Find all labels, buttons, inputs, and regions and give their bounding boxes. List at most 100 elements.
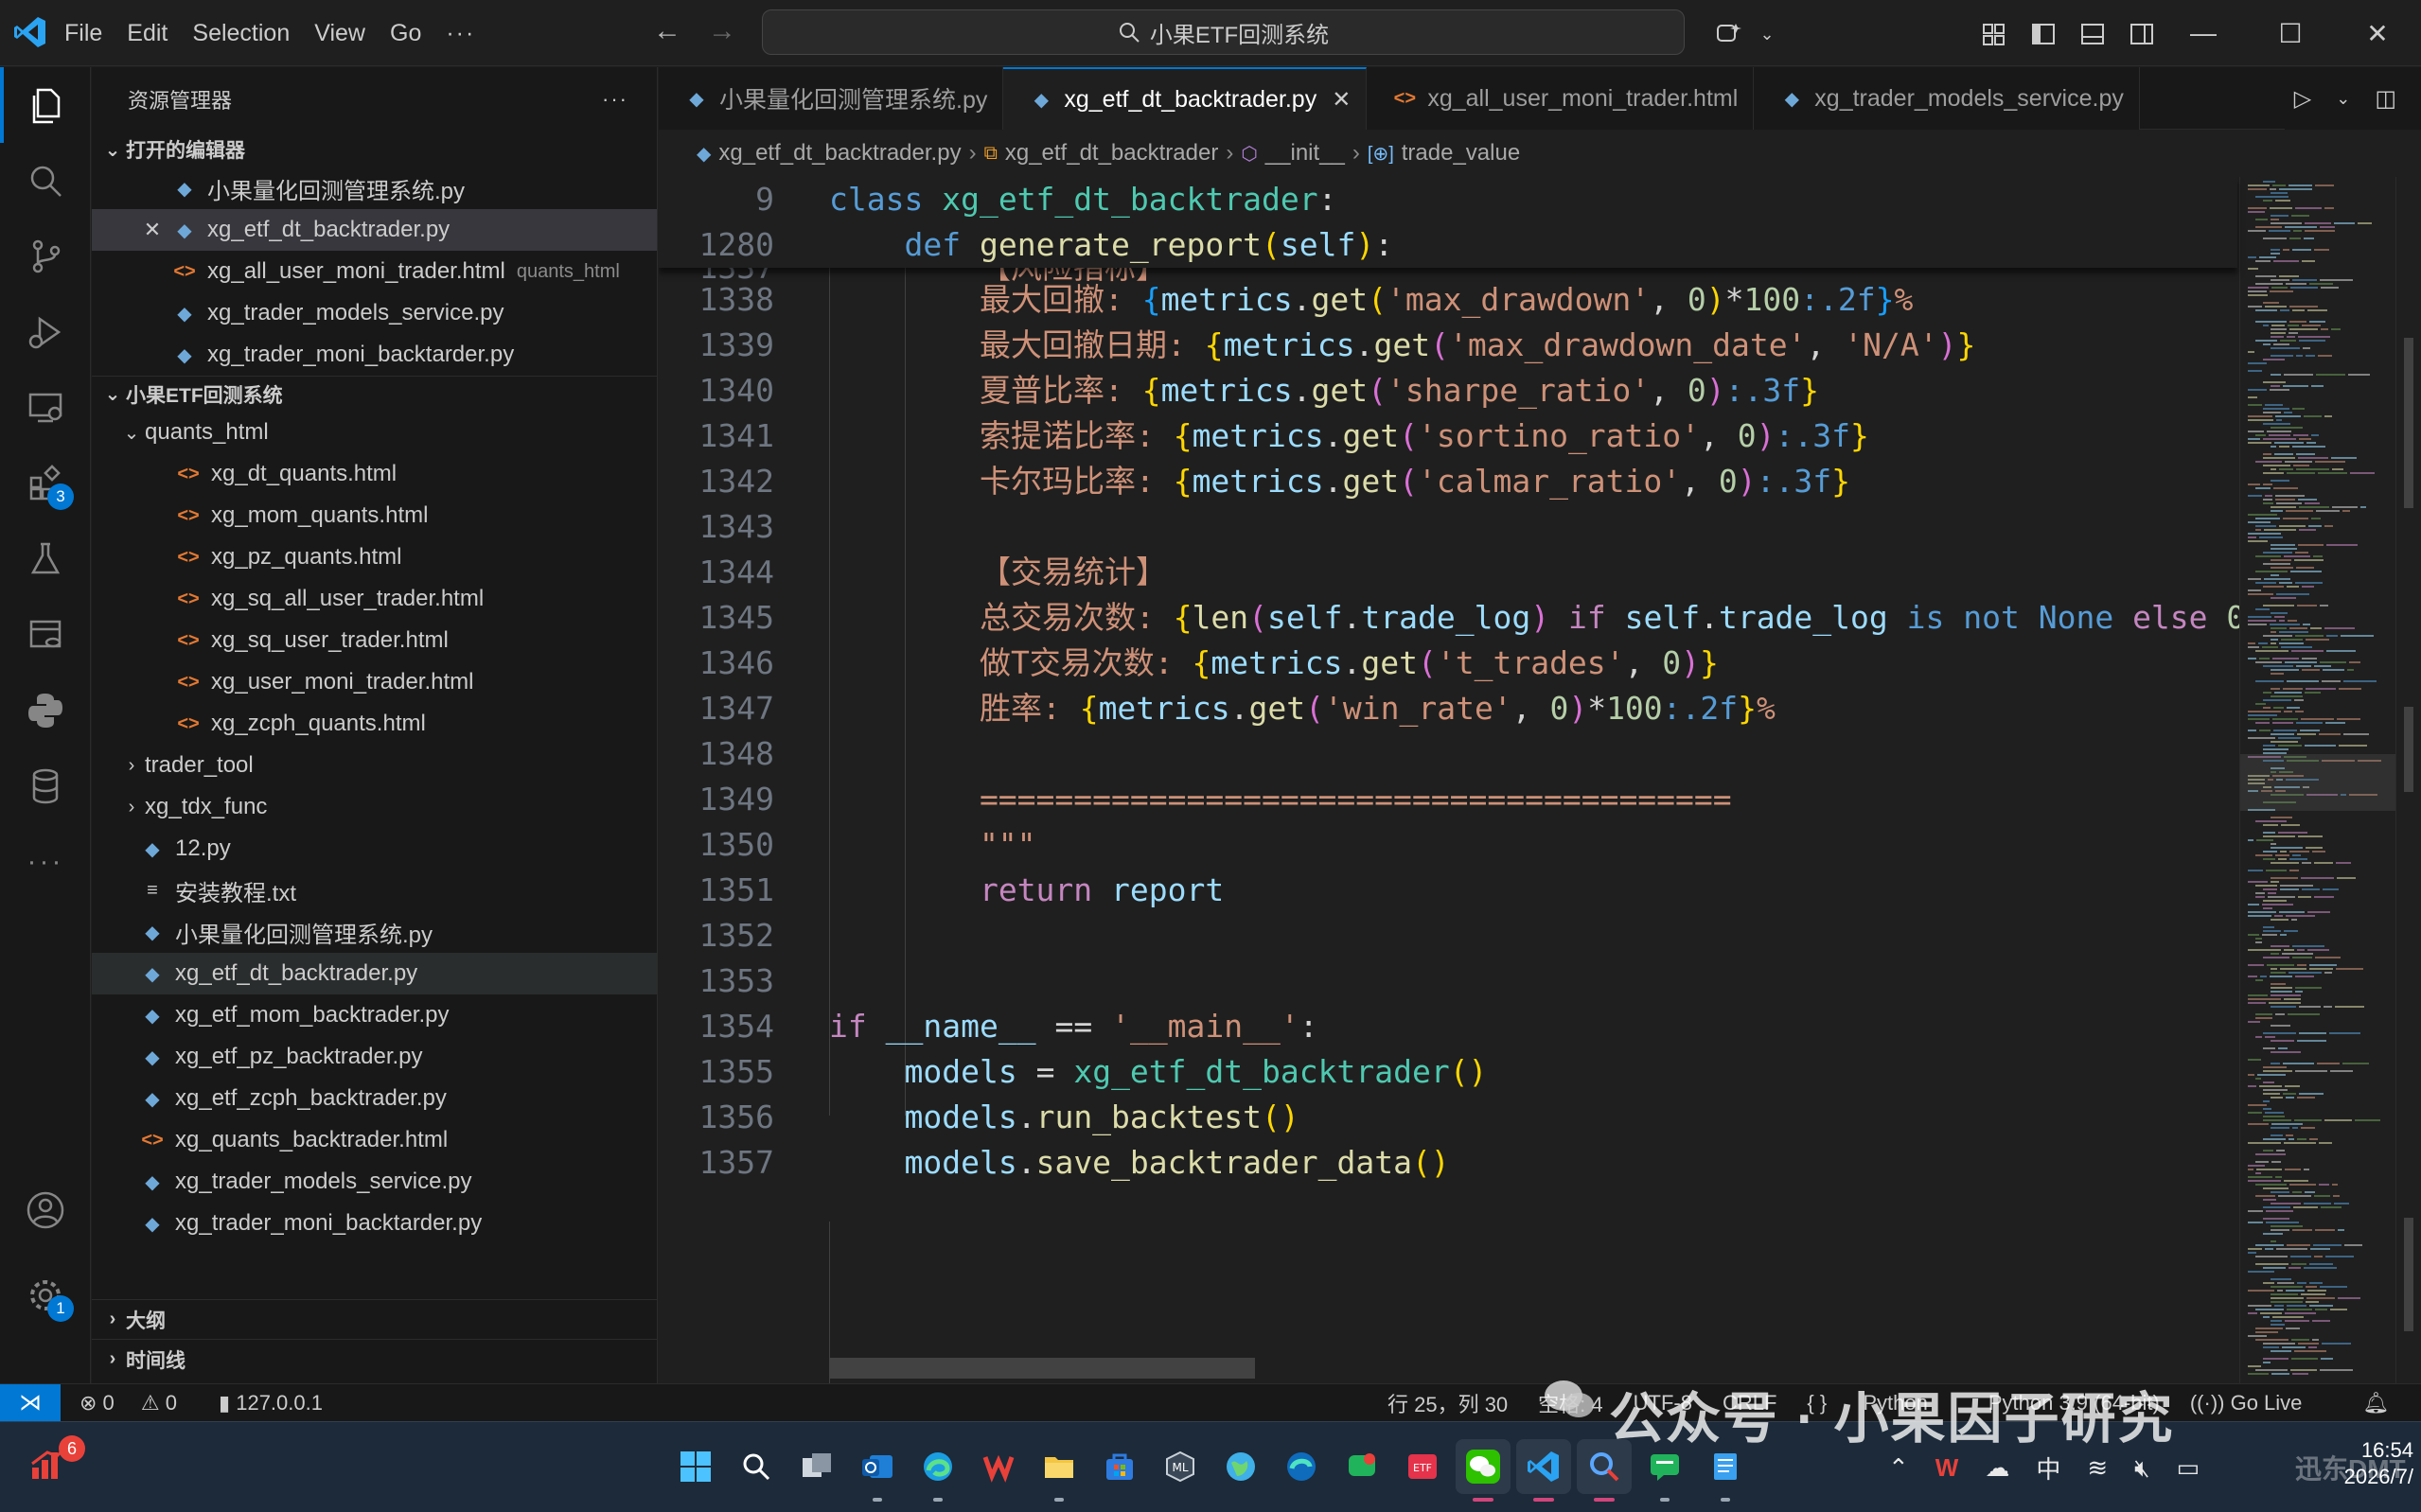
wifi-icon[interactable]: ≋ [2087, 1453, 2108, 1483]
tree-folder[interactable]: › xg_tdx_func [92, 786, 657, 828]
breadcrumb-symbol[interactable]: trade_value [1402, 140, 1520, 167]
menu-item-file[interactable]: File [64, 20, 102, 47]
run-python-icon[interactable]: ▷ [2294, 85, 2311, 113]
close-window-icon[interactable]: ✕ [2334, 0, 2421, 66]
cloud-sync-icon[interactable]: ☁︎ [1985, 1453, 2009, 1483]
split-editor-icon[interactable]: ◫ [2375, 85, 2396, 113]
close-tab-icon[interactable]: ✕ [1332, 86, 1351, 114]
command-center[interactable]: 小果ETF回测系统 [762, 9, 1685, 55]
tree-item[interactable]: <> xg_sq_all_user_trader.html [92, 578, 657, 620]
tab-3[interactable]: ◆ xg_trader_models_service.py [1754, 67, 2140, 130]
tree-item[interactable]: ◆ xg_trader_moni_backtarder.py [92, 1203, 657, 1244]
horizontal-scrollbar[interactable] [829, 1358, 1255, 1379]
file-explorer-icon[interactable] [1032, 1439, 1087, 1502]
code-editor[interactable]: 9 class xg_etf_dt_backtrader: 1280 def ge… [659, 177, 2421, 1383]
back-arrow-icon[interactable]: ← [653, 15, 681, 47]
menu-more-icon[interactable]: ··· [446, 20, 475, 47]
open-editor-item[interactable]: ◆ xg_trader_moni_backtarder.py [92, 334, 657, 376]
copilot-icon[interactable] [1708, 13, 1750, 55]
store-icon[interactable] [1092, 1439, 1147, 1494]
extensions-icon[interactable]: 3 [0, 446, 91, 521]
toggle-secondary-sidebar-icon[interactable] [2121, 13, 2163, 55]
minimap[interactable] [2239, 177, 2396, 1383]
tree-item[interactable]: <> xg_user_moni_trader.html [92, 661, 657, 703]
wechat-icon[interactable] [1456, 1439, 1511, 1502]
forward-arrow-icon[interactable]: → [708, 15, 736, 47]
open-editor-item[interactable]: ✕ ◆ xg_etf_dt_backtrader.py [92, 209, 657, 251]
toggle-panel-icon[interactable] [2072, 13, 2113, 55]
tab-1[interactable]: ◆ xg_etf_dt_backtrader.py ✕ [1003, 67, 1368, 130]
testing-icon[interactable] [0, 521, 91, 597]
run-menu-chevron-icon[interactable]: ⌄ [2336, 89, 2350, 109]
menu-item-go[interactable]: Go [390, 20, 421, 47]
run-debug-icon[interactable] [0, 294, 91, 370]
close-icon[interactable]: ✕ [139, 218, 166, 242]
vscode-taskbar-icon[interactable] [1516, 1439, 1571, 1502]
volume-muted-icon[interactable]: 🔇︎ [2134, 1453, 2149, 1484]
edge-icon[interactable] [910, 1439, 965, 1502]
breadcrumb-method[interactable]: __init__ [1265, 140, 1345, 167]
notifications-bell-icon[interactable]: 🔔︎ [2362, 1391, 2389, 1415]
open-editors-section[interactable]: ⌄ 打开的编辑器 [92, 132, 657, 167]
tree-item[interactable]: ◆ 12.py [92, 828, 657, 870]
tree-item[interactable]: <> xg_pz_quants.html [92, 536, 657, 578]
tree-item[interactable]: ◆ xg_trader_models_service.py [92, 1161, 657, 1203]
tree-item[interactable]: <> xg_mom_quants.html [92, 495, 657, 536]
menu-item-view[interactable]: View [314, 20, 365, 47]
open-editor-item[interactable]: <> xg_all_user_moni_trader.html quants_htm… [92, 251, 657, 292]
dev-tool-icon[interactable]: ML [1153, 1439, 1208, 1494]
tab-0[interactable]: ◆ 小果量化回测管理系统.py [659, 67, 1004, 130]
open-editor-item[interactable]: ◆ xg_trader_models_service.py [92, 292, 657, 334]
tree-item[interactable]: <> xg_quants_backtrader.html [92, 1119, 657, 1161]
task-view-icon[interactable] [789, 1439, 844, 1494]
tab-2[interactable]: <> xg_all_user_moni_trader.html [1367, 67, 1755, 130]
wps-icon[interactable] [971, 1439, 1026, 1494]
tree-item[interactable]: ◆ xg_etf_mom_backtrader.py [92, 994, 657, 1036]
python-icon[interactable] [0, 673, 91, 748]
green-chat-icon[interactable] [1334, 1439, 1389, 1494]
tray-chevron-up-icon[interactable]: ⌃ [1888, 1453, 1909, 1483]
stocks-widget[interactable]: 6 [28, 1435, 85, 1487]
search-taskbar-icon[interactable] [729, 1439, 784, 1494]
menu-item-selection[interactable]: Selection [192, 20, 290, 47]
folder-quants-html[interactable]: ⌄ quants_html [92, 412, 657, 453]
tree-item[interactable]: <> xg_zcph_quants.html [92, 703, 657, 745]
account-icon[interactable] [0, 1172, 91, 1248]
more-views-icon[interactable]: ··· [0, 824, 91, 900]
tree-item[interactable]: <> xg_sq_user_trader.html [92, 620, 657, 661]
wps-tray-icon[interactable]: W [1935, 1453, 1959, 1483]
timeline-section[interactable]: › 时间线 [92, 1339, 657, 1379]
tree-item[interactable]: ◆ xg_etf_dt_backtrader.py [92, 953, 657, 994]
breadcrumb-class[interactable]: xg_etf_dt_backtrader [1005, 140, 1218, 167]
outlook-icon[interactable] [850, 1439, 905, 1502]
remote-explorer-icon[interactable] [0, 370, 91, 446]
trading-app-icon[interactable]: ETF [1395, 1439, 1450, 1494]
tree-item[interactable]: ≡ 安装教程.txt [92, 870, 657, 911]
settings-gear-icon[interactable]: 1 [0, 1257, 91, 1333]
tree-item[interactable]: ◆ xg_etf_pz_backtrader.py [92, 1036, 657, 1078]
ime-indicator[interactable]: 中 [2036, 1450, 2060, 1486]
start-icon[interactable] [668, 1439, 723, 1494]
tree-item[interactable]: ◆ 小果量化回测管理系统.py [92, 911, 657, 953]
vertical-scrollbar[interactable] [2395, 177, 2421, 1383]
outline-section[interactable]: › 大纲 [92, 1299, 657, 1339]
cursor-position[interactable]: 行 25，列 30 [1387, 1388, 1508, 1418]
tree-folder[interactable]: › trader_tool [92, 745, 657, 786]
server-status[interactable]: ▮ 127.0.0.1 [219, 1391, 344, 1415]
tree-item[interactable]: ◆ xg_etf_zcph_backtrader.py [92, 1078, 657, 1119]
remote-indicator-icon[interactable]: ⋊ [0, 1383, 61, 1422]
explorer-icon[interactable] [0, 67, 91, 143]
sticky-scroll[interactable]: 9 class xg_etf_dt_backtrader: 1280 def ge… [659, 177, 2237, 268]
go-live[interactable]: ((·)) Go Live [2190, 1391, 2333, 1415]
database-client-icon[interactable] [0, 597, 91, 673]
open-editor-item[interactable]: ◆ 小果量化回测管理系统.py [92, 167, 657, 209]
maximize-icon[interactable]: ☐ [2247, 0, 2334, 66]
project-section[interactable]: ⌄ 小果ETF回测系统 [92, 376, 657, 412]
menu-item-edit[interactable]: Edit [127, 20, 168, 47]
explorer-more-icon[interactable]: ··· [602, 87, 628, 112]
battery-icon[interactable]: ▭ [2177, 1453, 2200, 1483]
problems-status[interactable]: ⊗ 0 ⚠ 0 [80, 1391, 198, 1415]
customize-layout-icon[interactable] [1973, 13, 2015, 55]
search-view-icon[interactable] [0, 143, 91, 219]
source-control-icon[interactable] [0, 219, 91, 294]
